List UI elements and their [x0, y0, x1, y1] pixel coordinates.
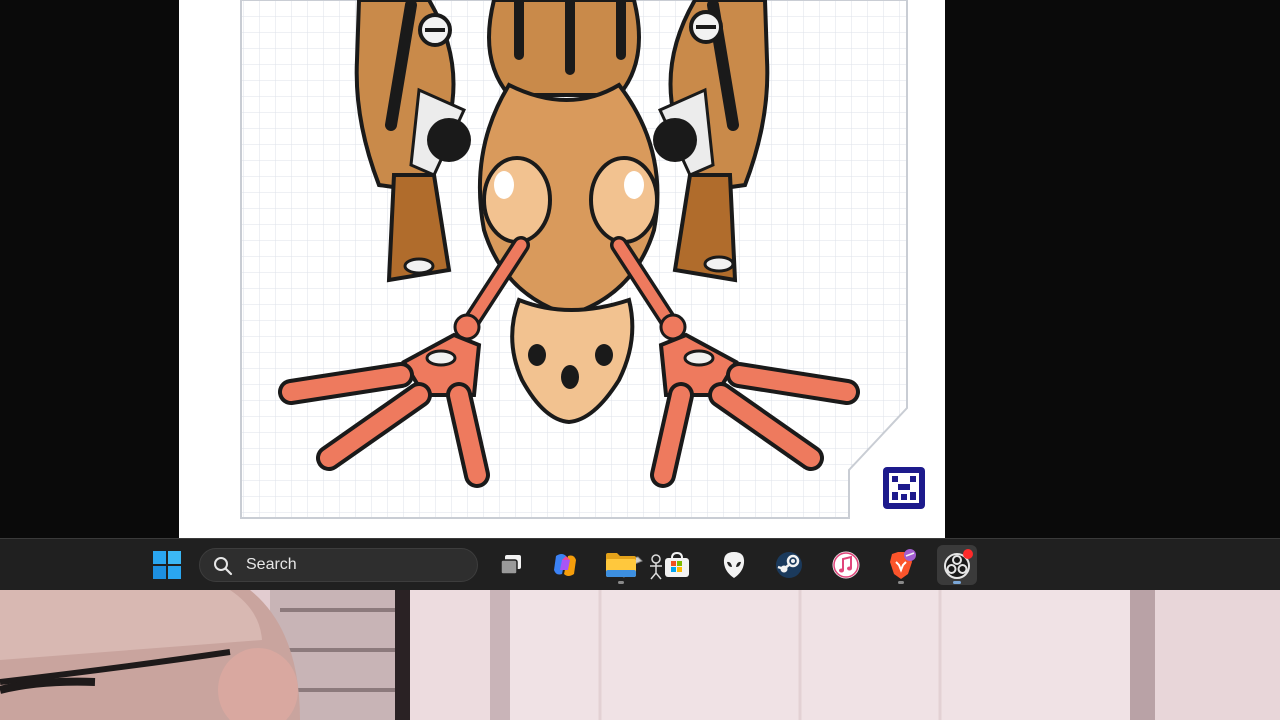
steam-icon	[776, 552, 802, 578]
image-viewer	[0, 0, 1280, 538]
obs-studio-button[interactable]	[937, 545, 977, 585]
start-button[interactable]	[147, 545, 187, 585]
music-note-icon	[832, 551, 860, 579]
microsoft-store-button[interactable]	[657, 545, 697, 585]
recording-badge-icon	[963, 549, 973, 559]
task-view-icon	[500, 555, 521, 575]
webcam-feed	[0, 590, 1280, 720]
copilot-icon	[554, 554, 576, 576]
search-icon	[214, 557, 233, 576]
copilot-button[interactable]	[545, 545, 585, 585]
store-icon	[665, 551, 689, 577]
brand-logo-icon	[883, 467, 925, 509]
running-indicator	[618, 581, 624, 584]
brave-button[interactable]	[881, 545, 921, 585]
alien-head-icon	[723, 552, 745, 578]
robot-drawing	[240, 0, 925, 519]
steam-button[interactable]	[769, 545, 809, 585]
search-box[interactable]: Search	[199, 548, 662, 582]
folder-icon	[606, 553, 636, 577]
file-explorer-button[interactable]	[601, 545, 641, 585]
itunes-button[interactable]	[826, 545, 866, 585]
upper-torso	[487, 0, 641, 97]
windows-taskbar: Search	[0, 538, 1280, 590]
alienware-button[interactable]	[714, 545, 754, 585]
robot-illustration	[179, 0, 945, 538]
brave-lion-icon	[890, 549, 916, 579]
running-indicator	[898, 581, 904, 584]
search-label: Search	[246, 556, 297, 573]
webcam-overlay	[0, 590, 1280, 720]
task-view-button[interactable]	[491, 545, 531, 585]
obs-icon	[944, 549, 973, 579]
windows-logo-icon	[153, 551, 181, 579]
